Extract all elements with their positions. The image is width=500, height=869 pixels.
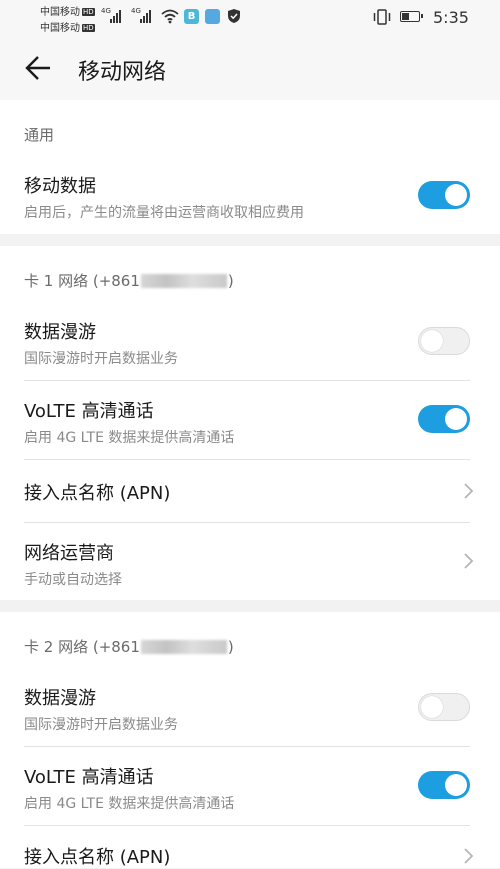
sim2-section: 卡 2 网络 (+861) 数据漫游 国际漫游时开启数据业务 VoLTE 高清通…: [0, 612, 500, 868]
signal-icon: [110, 9, 121, 23]
carrier-2-label: 中国移动 HD: [40, 23, 95, 34]
sim2-roaming-toggle[interactable]: [418, 693, 470, 721]
redacted-number: [140, 640, 227, 654]
sim1-volte-title: VoLTE 高清通话: [24, 401, 154, 422]
status-bar: 中国移动 HD 中国移动 HD 4G 4G B 5:35: [0, 0, 500, 36]
vibrate-icon: [373, 9, 391, 25]
sim2-roaming-row[interactable]: 数据漫游 国际漫游时开启数据业务: [0, 668, 500, 746]
sim2-volte-subtitle: 启用 4G LTE 数据来提供高清通话: [24, 796, 235, 812]
carrier-1-label: 中国移动 HD: [40, 7, 95, 18]
sim2-roaming-title: 数据漫游: [24, 688, 96, 709]
sim1-roaming-toggle[interactable]: [418, 327, 470, 355]
sim1-section: 卡 1 网络 (+861) 数据漫游 国际漫游时开启数据业务 VoLTE 高清通…: [0, 246, 500, 600]
sim1-volte-row[interactable]: VoLTE 高清通话 启用 4G LTE 数据来提供高清通话: [0, 381, 500, 459]
battery-level: [402, 13, 409, 20]
section-header-general: 通用: [24, 126, 55, 144]
mobile-data-toggle[interactable]: [418, 181, 470, 209]
mobile-data-row[interactable]: 移动数据 启用后，产生的流量将由运营商收取相应费用: [0, 162, 500, 234]
sim1-volte-subtitle: 启用 4G LTE 数据来提供高清通话: [24, 430, 235, 446]
sim1-roaming-subtitle: 国际漫游时开启数据业务: [24, 351, 178, 367]
sim2-volte-row[interactable]: VoLTE 高清通话 启用 4G LTE 数据来提供高清通话: [0, 747, 500, 825]
redacted-number: [140, 274, 227, 288]
sim1-volte-toggle[interactable]: [418, 405, 470, 433]
app-bar: 移动网络: [0, 36, 500, 100]
sim1-carrier-row[interactable]: 网络运营商 手动或自动选择: [0, 523, 500, 600]
mobile-data-title: 移动数据: [24, 176, 96, 197]
general-section: 通用 移动数据 启用后，产生的流量将由运营商收取相应费用: [0, 100, 500, 234]
sim2-volte-toggle[interactable]: [418, 771, 470, 799]
sim2-roaming-subtitle: 国际漫游时开启数据业务: [24, 717, 178, 733]
battery-icon: [400, 11, 423, 22]
hd-badge: HD: [82, 8, 95, 16]
shield-icon: [228, 9, 240, 23]
chevron-right-icon: [464, 848, 474, 864]
app-b-icon: B: [184, 9, 199, 24]
sim1-carrier-subtitle: 手动或自动选择: [24, 572, 122, 588]
signal-icon: [140, 9, 151, 23]
sim1-carrier-title: 网络运营商: [24, 543, 114, 564]
wifi-icon: [161, 9, 179, 24]
section-header-sim1: 卡 1 网络 (+861): [24, 272, 234, 290]
sim2-apn-row[interactable]: 接入点名称 (APN): [0, 826, 500, 868]
mobile-data-subtitle: 启用后，产生的流量将由运营商收取相应费用: [24, 205, 304, 221]
chevron-right-icon: [464, 483, 474, 499]
section-header-sim2: 卡 2 网络 (+861): [24, 638, 234, 656]
sim1-apn-title: 接入点名称 (APN): [24, 483, 171, 504]
sim1-roaming-row[interactable]: 数据漫游 国际漫游时开启数据业务: [0, 302, 500, 380]
sim1-roaming-title: 数据漫游: [24, 322, 96, 343]
clock: 5:35: [433, 8, 469, 27]
chevron-right-icon: [464, 553, 474, 569]
sim1-apn-row[interactable]: 接入点名称 (APN): [0, 460, 500, 522]
sim2-volte-title: VoLTE 高清通话: [24, 767, 154, 788]
hd-badge: HD: [82, 24, 95, 32]
sim2-apn-title: 接入点名称 (APN): [24, 847, 171, 868]
arrow-left-icon[interactable]: [24, 53, 52, 83]
app-icon: [205, 9, 220, 24]
page-title: 移动网络: [78, 60, 167, 85]
